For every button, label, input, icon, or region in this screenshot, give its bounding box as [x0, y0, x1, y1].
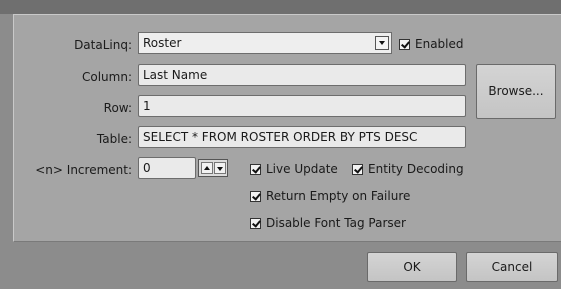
ok-button[interactable]: OK	[367, 252, 457, 282]
spin-down-icon[interactable]	[214, 162, 226, 174]
row-label: Row:	[103, 101, 132, 115]
dialog-top-strip	[0, 0, 561, 14]
enabled-checkbox[interactable]: Enabled	[399, 37, 464, 51]
checkbox-checked-icon	[250, 191, 261, 202]
row-input[interactable]: 1	[138, 95, 466, 117]
browse-button[interactable]: Browse...	[476, 64, 556, 119]
entity-decoding-label: Entity Decoding	[368, 162, 464, 176]
datalinq-dialog: DataLinq: Roster Enabled Column: Last Na…	[0, 0, 561, 289]
increment-input[interactable]: 0	[138, 157, 196, 179]
dataling-select[interactable]: Roster	[138, 32, 392, 54]
entity-decoding-checkbox[interactable]: Entity Decoding	[352, 162, 464, 176]
return-empty-checkbox[interactable]: Return Empty on Failure	[250, 189, 410, 203]
spin-up-icon[interactable]	[201, 162, 213, 174]
column-label: Column:	[82, 70, 132, 84]
column-input[interactable]: Last Name	[138, 64, 466, 86]
increment-spinner[interactable]	[198, 159, 228, 177]
disable-font-tag-label: Disable Font Tag Parser	[266, 216, 406, 230]
table-label: Table:	[96, 132, 132, 146]
checkbox-checked-icon	[250, 164, 261, 175]
checkbox-checked-icon	[399, 39, 410, 50]
dataling-label: DataLinq:	[74, 38, 132, 52]
live-update-checkbox[interactable]: Live Update	[250, 162, 338, 176]
cancel-button[interactable]: Cancel	[466, 252, 558, 282]
live-update-label: Live Update	[266, 162, 338, 176]
dataling-select-value: Roster	[143, 36, 182, 50]
increment-label: <n> Increment:	[35, 163, 132, 177]
checkbox-checked-icon	[352, 164, 363, 175]
disable-font-tag-checkbox[interactable]: Disable Font Tag Parser	[250, 216, 406, 230]
checkbox-checked-icon	[250, 218, 261, 229]
table-input[interactable]: SELECT * FROM ROSTER ORDER BY PTS DESC	[138, 126, 466, 148]
enabled-label: Enabled	[415, 37, 464, 51]
return-empty-label: Return Empty on Failure	[266, 189, 411, 203]
chevron-down-icon[interactable]	[375, 36, 389, 50]
